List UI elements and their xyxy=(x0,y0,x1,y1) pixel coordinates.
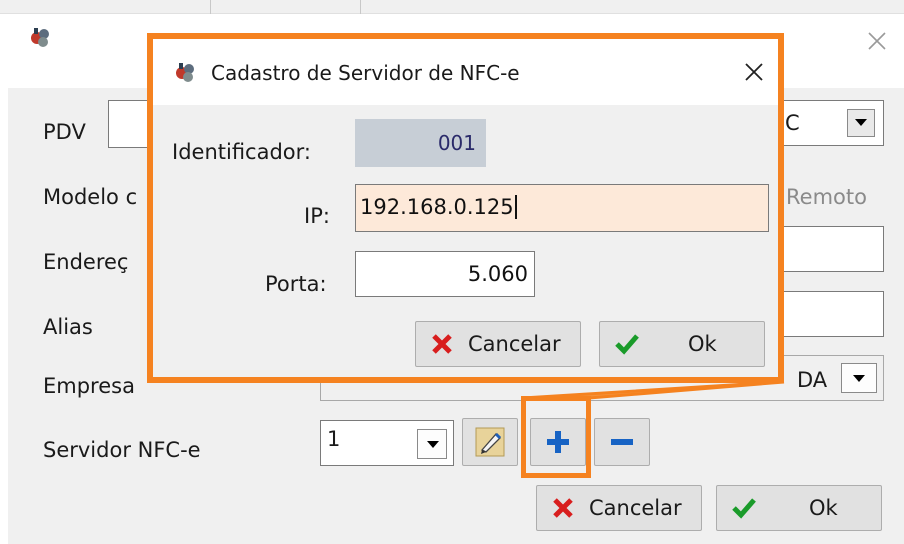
highlight-connector xyxy=(522,380,785,400)
